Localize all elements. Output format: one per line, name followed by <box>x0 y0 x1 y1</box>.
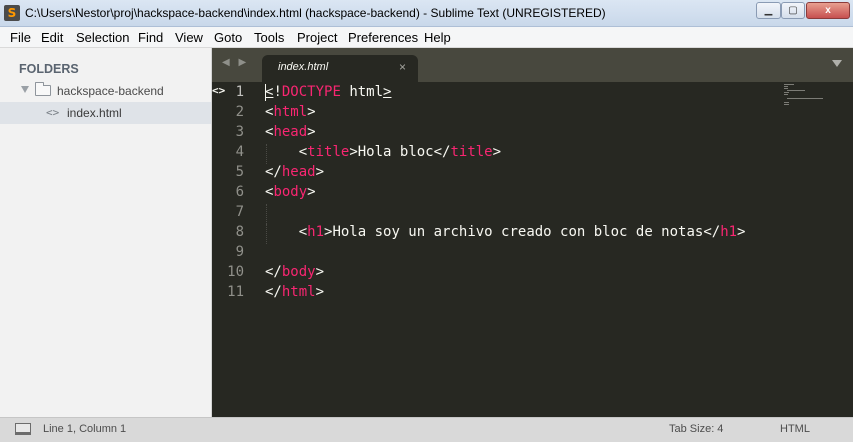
tab-size-indicator[interactable]: Tab Size: 4 <box>669 423 723 435</box>
text-cursor <box>265 84 266 101</box>
menu-help[interactable]: Help <box>424 30 451 45</box>
folder-label: hackspace-backend <box>57 84 164 98</box>
line-number: 8 <box>235 224 244 240</box>
tab-label: index.html <box>278 61 329 73</box>
syntax-indicator[interactable]: HTML <box>780 423 810 435</box>
disclosure-triangle-icon[interactable] <box>21 86 29 93</box>
panel-toggle-icon[interactable] <box>15 423 31 435</box>
close-button[interactable]: x <box>806 2 850 19</box>
line-number: 4 <box>235 144 244 160</box>
close-icon: x <box>825 5 831 16</box>
tab-navigation-arrows-icon[interactable]: ◀ ▶ <box>222 57 249 68</box>
menu-goto[interactable]: Goto <box>214 30 242 45</box>
maximize-icon: ▢ <box>788 5 798 16</box>
code-line-8: <h1>Hola soy un archivo creado con bloc … <box>298 224 746 240</box>
minimize-icon: ▁ <box>764 5 773 16</box>
title-bar: S C:\Users\Nestor\proj\hackspace-backend… <box>0 0 853 27</box>
menu-project[interactable]: Project <box>297 30 337 45</box>
menu-file[interactable]: File <box>10 30 31 45</box>
menu-selection[interactable]: Selection <box>76 30 129 45</box>
code-line-2: <html> <box>265 104 316 120</box>
code-line-1: <!DOCTYPE html> <box>265 84 392 100</box>
menu-tools[interactable]: Tools <box>254 30 284 45</box>
code-line-3: <head> <box>265 124 316 140</box>
line-number-gutter: <> 1 2 3 4 5 6 7 8 9 10 11 <box>212 82 252 417</box>
minimize-button[interactable]: ▁ <box>756 2 781 19</box>
code-line-10: </body> <box>265 264 325 280</box>
line-number: 6 <box>235 184 244 200</box>
sublime-app-icon: S <box>4 5 20 21</box>
line-number: 2 <box>235 104 244 120</box>
line-number: 11 <box>227 284 244 300</box>
code-line-6: <body> <box>265 184 316 200</box>
sidebar-file-index-html[interactable]: <> index.html <box>0 102 211 124</box>
code-editor[interactable]: <> 1 2 3 4 5 6 7 8 9 10 11 <!DOCTYPE htm… <box>212 82 853 417</box>
status-bar: Line 1, Column 1 Tab Size: 4 HTML <box>0 417 853 442</box>
folders-heading: FOLDERS <box>19 62 79 76</box>
line-number: 9 <box>235 244 244 260</box>
folder-open-icon <box>35 82 51 96</box>
menu-view[interactable]: View <box>175 30 203 45</box>
menu-preferences[interactable]: Preferences <box>348 30 418 45</box>
sidebar-folder-hackspace-backend[interactable]: hackspace-backend <box>0 81 211 101</box>
menu-bar: File Edit Selection Find View Goto Tools… <box>0 27 853 48</box>
maximize-button[interactable]: ▢ <box>781 2 805 19</box>
window-title: C:\Users\Nestor\proj\hackspace-backend\i… <box>25 6 606 20</box>
file-label: index.html <box>67 106 122 120</box>
code-line-5: </head> <box>265 164 325 180</box>
code-line-4: <title>Hola bloc</title> <box>298 144 502 160</box>
line-number: 7 <box>235 204 244 220</box>
html-file-icon: <> <box>46 106 60 119</box>
menu-edit[interactable]: Edit <box>41 30 63 45</box>
cursor-position: Line 1, Column 1 <box>43 423 127 435</box>
tab-list-dropdown-icon[interactable] <box>832 60 842 67</box>
line-number: 3 <box>235 124 244 140</box>
line-number: 10 <box>227 264 244 280</box>
tab-bar: ◀ ▶ index.html × <box>212 48 853 82</box>
line-number: 5 <box>235 164 244 180</box>
minimap[interactable] <box>784 84 824 106</box>
tab-close-icon[interactable]: × <box>399 60 406 74</box>
indent-guide <box>266 204 267 224</box>
menu-find[interactable]: Find <box>138 30 163 45</box>
code-line-11: </html> <box>265 284 325 300</box>
tab-index-html[interactable]: index.html × <box>262 55 418 82</box>
sidebar: FOLDERS hackspace-backend <> index.html <box>0 48 212 417</box>
line-number: 1 <box>235 84 244 100</box>
